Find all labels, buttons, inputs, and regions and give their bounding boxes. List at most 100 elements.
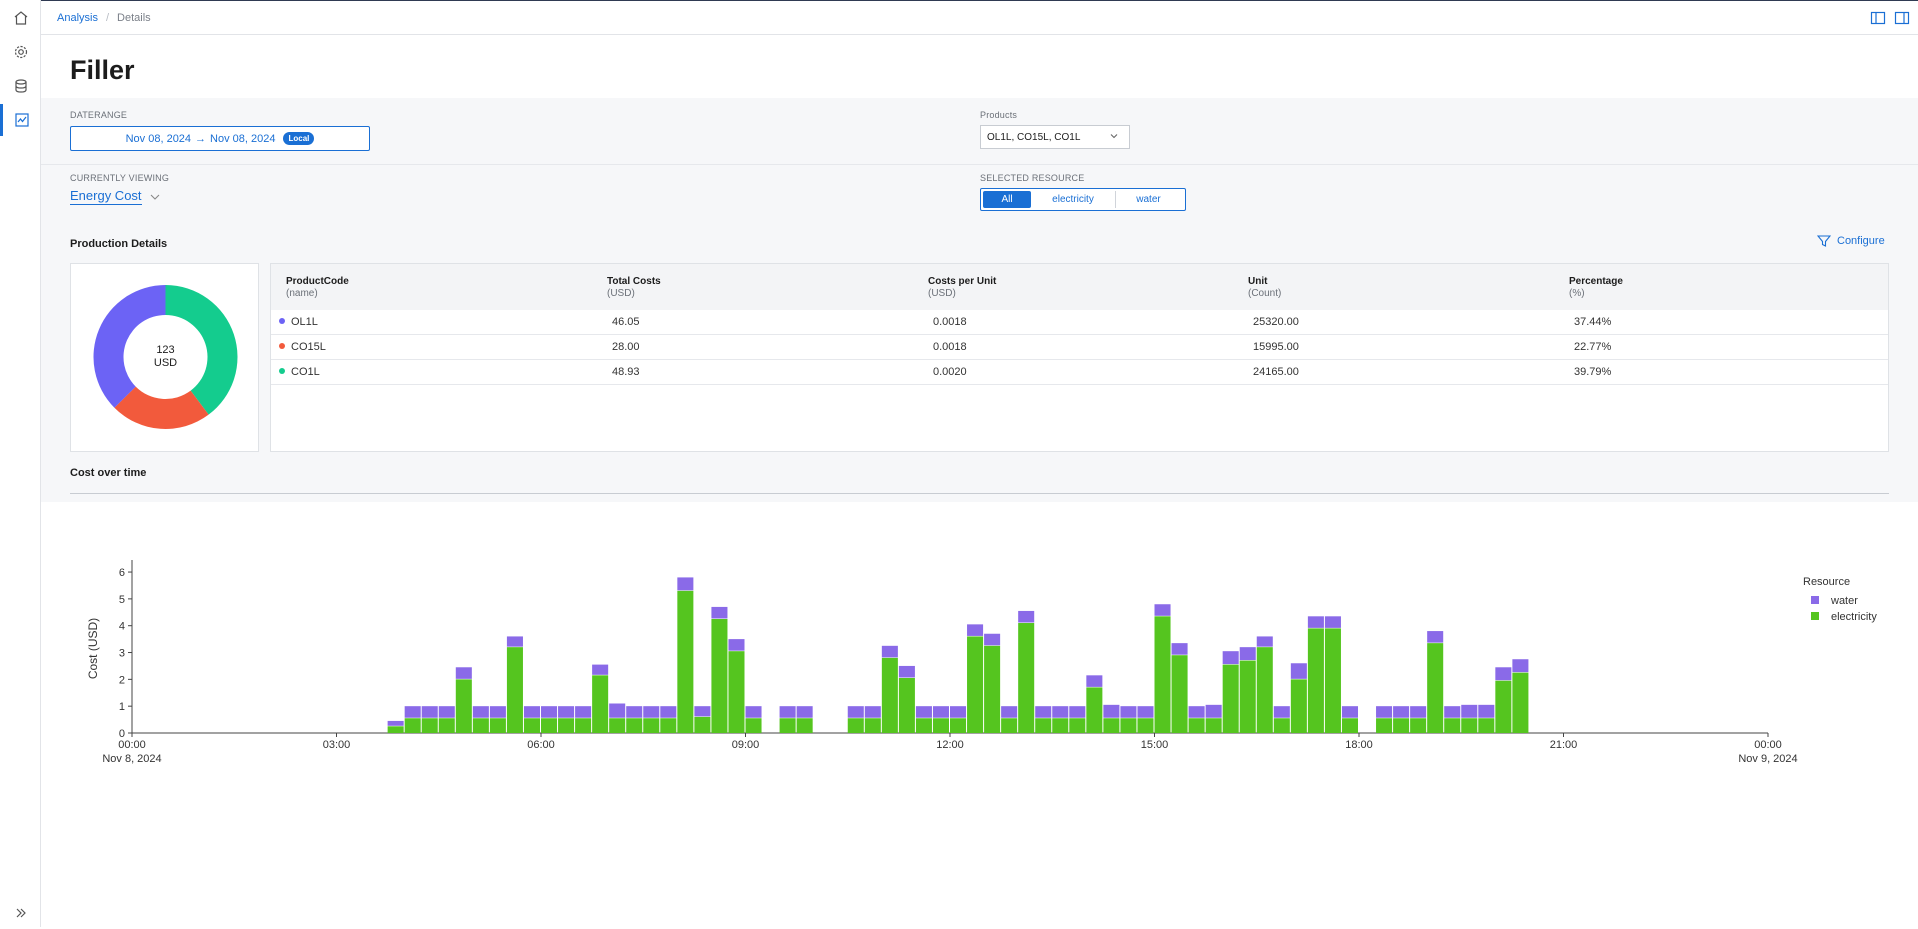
bar-electricity[interactable] xyxy=(1410,718,1427,733)
bar-water[interactable] xyxy=(1478,704,1495,718)
bar-water[interactable] xyxy=(626,706,643,718)
bar-electricity[interactable] xyxy=(523,718,540,733)
bar-electricity[interactable] xyxy=(1035,718,1052,733)
bar-water[interactable] xyxy=(1393,706,1410,718)
legend-label-water[interactable]: water xyxy=(1830,595,1858,607)
bar-water[interactable] xyxy=(694,706,711,717)
bar-water[interactable] xyxy=(489,706,506,718)
bar-water[interactable] xyxy=(421,706,438,718)
bar-electricity[interactable] xyxy=(898,678,915,733)
bar-water[interactable] xyxy=(898,665,915,678)
bar-water[interactable] xyxy=(1103,704,1120,718)
bar-electricity[interactable] xyxy=(1324,628,1341,733)
bar-electricity[interactable] xyxy=(1239,660,1256,733)
legend-label-electricity[interactable]: electricity xyxy=(1831,611,1877,623)
bar-electricity[interactable] xyxy=(881,657,898,733)
bar-electricity[interactable] xyxy=(1341,718,1358,733)
col-costs-per-unit[interactable]: Costs per Unit (USD) xyxy=(928,276,996,300)
bar-water[interactable] xyxy=(472,706,489,718)
bar-water[interactable] xyxy=(1410,706,1427,718)
bar-water[interactable] xyxy=(932,706,949,718)
bar-water[interactable] xyxy=(1273,706,1290,718)
bar-water[interactable] xyxy=(1222,651,1239,665)
analysis-nav[interactable] xyxy=(0,104,41,136)
bar-electricity[interactable] xyxy=(847,718,864,733)
bar-water[interactable] xyxy=(609,703,626,718)
bar-electricity[interactable] xyxy=(1137,718,1154,733)
left-panel-icon[interactable] xyxy=(1870,10,1886,26)
bar-water[interactable] xyxy=(575,706,592,718)
legend-swatch-water[interactable] xyxy=(1811,596,1819,604)
bar-water[interactable] xyxy=(1444,706,1461,718)
bar-electricity[interactable] xyxy=(864,718,881,733)
bar-water[interactable] xyxy=(1120,706,1137,718)
bar-water[interactable] xyxy=(1001,706,1018,718)
bar-water[interactable] xyxy=(1171,643,1188,655)
bar-water[interactable] xyxy=(1205,704,1222,718)
resource-option-water[interactable]: water xyxy=(1115,191,1181,208)
bar-electricity[interactable] xyxy=(1393,718,1410,733)
bar-water[interactable] xyxy=(1052,706,1069,718)
bar-electricity[interactable] xyxy=(1103,718,1120,733)
bar-electricity[interactable] xyxy=(1171,655,1188,733)
bar-water[interactable] xyxy=(1341,706,1358,718)
bar-water[interactable] xyxy=(506,636,523,647)
viewing-chevron-down-icon[interactable] xyxy=(149,191,161,203)
bar-electricity[interactable] xyxy=(1001,718,1018,733)
bar-electricity[interactable] xyxy=(950,718,967,733)
bar-water[interactable] xyxy=(438,706,455,718)
bar-electricity[interactable] xyxy=(745,718,762,733)
bar-electricity[interactable] xyxy=(506,647,523,733)
bar-electricity[interactable] xyxy=(626,718,643,733)
bar-electricity[interactable] xyxy=(677,590,694,733)
right-panel-icon[interactable] xyxy=(1894,10,1910,26)
bar-water[interactable] xyxy=(915,706,932,718)
bar-water[interactable] xyxy=(660,706,677,718)
table-row[interactable]: CO1L 48.93 0.0020 24165.00 39.79% xyxy=(271,360,1888,385)
home-nav[interactable] xyxy=(0,2,41,34)
viewing-dropdown[interactable]: Energy Cost xyxy=(70,188,142,205)
bar-electricity[interactable] xyxy=(932,718,949,733)
bar-electricity[interactable] xyxy=(1052,718,1069,733)
col-unit[interactable]: Unit (Count) xyxy=(1248,276,1281,300)
bar-water[interactable] xyxy=(1495,667,1512,681)
configure-button[interactable]: Configure xyxy=(1817,234,1885,248)
bar-water[interactable] xyxy=(1512,659,1529,673)
bar-water[interactable] xyxy=(1018,610,1035,623)
bar-electricity[interactable] xyxy=(558,718,575,733)
bar-electricity[interactable] xyxy=(694,716,711,733)
bar-electricity[interactable] xyxy=(796,718,813,733)
bar-electricity[interactable] xyxy=(421,718,438,733)
bar-electricity[interactable] xyxy=(1154,616,1171,733)
bar-electricity[interactable] xyxy=(592,675,609,733)
bar-electricity[interactable] xyxy=(1444,718,1461,733)
bar-water[interactable] xyxy=(745,706,762,718)
bar-water[interactable] xyxy=(728,639,745,651)
bar-electricity[interactable] xyxy=(609,718,626,733)
col-percentage[interactable]: Percentage (%) xyxy=(1569,276,1623,300)
daterange-picker[interactable]: Nov 08, 2024 → Nov 08, 2024 Local xyxy=(70,126,370,151)
database-nav[interactable] xyxy=(0,70,41,102)
bar-electricity[interactable] xyxy=(1205,718,1222,733)
bar-water[interactable] xyxy=(677,577,694,591)
bar-water[interactable] xyxy=(967,624,984,636)
resource-option-all[interactable]: All xyxy=(983,191,1031,208)
bar-water[interactable] xyxy=(1086,675,1103,687)
bar-water[interactable] xyxy=(1324,616,1341,628)
bar-electricity[interactable] xyxy=(1273,718,1290,733)
bar-electricity[interactable] xyxy=(660,718,677,733)
bar-electricity[interactable] xyxy=(728,651,745,733)
table-row[interactable]: OL1L 46.05 0.0018 25320.00 37.44% xyxy=(271,310,1888,335)
settings-nav[interactable] xyxy=(0,36,41,68)
bar-electricity[interactable] xyxy=(915,718,932,733)
bar-water[interactable] xyxy=(711,606,728,619)
bar-electricity[interactable] xyxy=(1427,643,1444,733)
bar-water[interactable] xyxy=(1461,704,1478,718)
bar-electricity[interactable] xyxy=(967,636,984,733)
bar-water[interactable] xyxy=(984,633,1001,646)
bar-water[interactable] xyxy=(1035,706,1052,718)
bar-water[interactable] xyxy=(796,706,813,718)
bar-water[interactable] xyxy=(1154,604,1171,616)
bar-electricity[interactable] xyxy=(1188,718,1205,733)
col-productcode[interactable]: ProductCode (name) xyxy=(286,276,349,300)
